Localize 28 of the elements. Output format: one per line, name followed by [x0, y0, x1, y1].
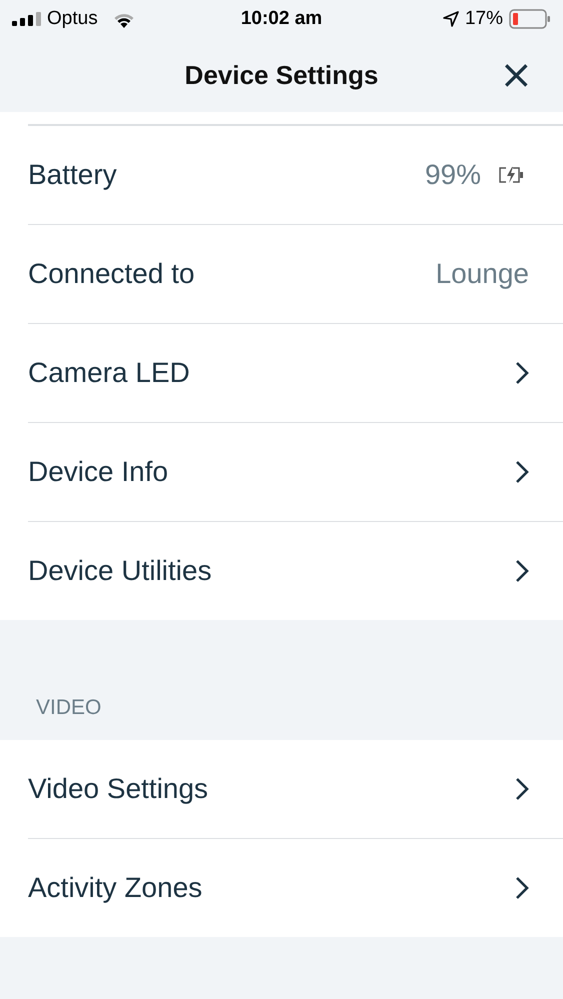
row-label: Device Info: [28, 456, 170, 488]
battery-percent: 17%: [464, 8, 503, 30]
row-value: 99%: [424, 159, 481, 191]
section-header: VIDEO: [35, 695, 102, 721]
battery-icon: [509, 9, 551, 29]
chevron-right-icon: [515, 777, 529, 801]
row-label: Camera LED: [28, 357, 191, 389]
chevron-right-icon: [515, 559, 529, 583]
settings-row[interactable]: Camera LED: [28, 323, 563, 422]
row-label: Video Settings: [28, 773, 210, 805]
location-arrow-icon: [442, 11, 459, 27]
row-label: Battery: [28, 159, 118, 191]
row-label: Connected to: [28, 258, 196, 290]
close-button[interactable]: ×: [499, 55, 533, 95]
settings-row[interactable]: Activity Zones: [28, 838, 563, 937]
carrier-name: Optus: [47, 8, 98, 30]
screen-title: Device Settings: [184, 60, 378, 90]
row-value: Lounge: [436, 258, 529, 290]
chevron-right-icon: [515, 361, 529, 385]
chevron-right-icon: [515, 876, 529, 900]
row-label: Activity Zones: [28, 872, 204, 904]
clock-time: 10:02 am: [240, 8, 322, 30]
settings-row[interactable]: Video Settings: [28, 740, 563, 838]
row-label: Device Utilities: [28, 555, 213, 587]
signal-icon: [12, 12, 41, 26]
settings-row[interactable]: Device Info: [28, 422, 563, 521]
chevron-right-icon: [515, 460, 529, 484]
settings-row[interactable]: Device Utilities: [28, 521, 563, 620]
